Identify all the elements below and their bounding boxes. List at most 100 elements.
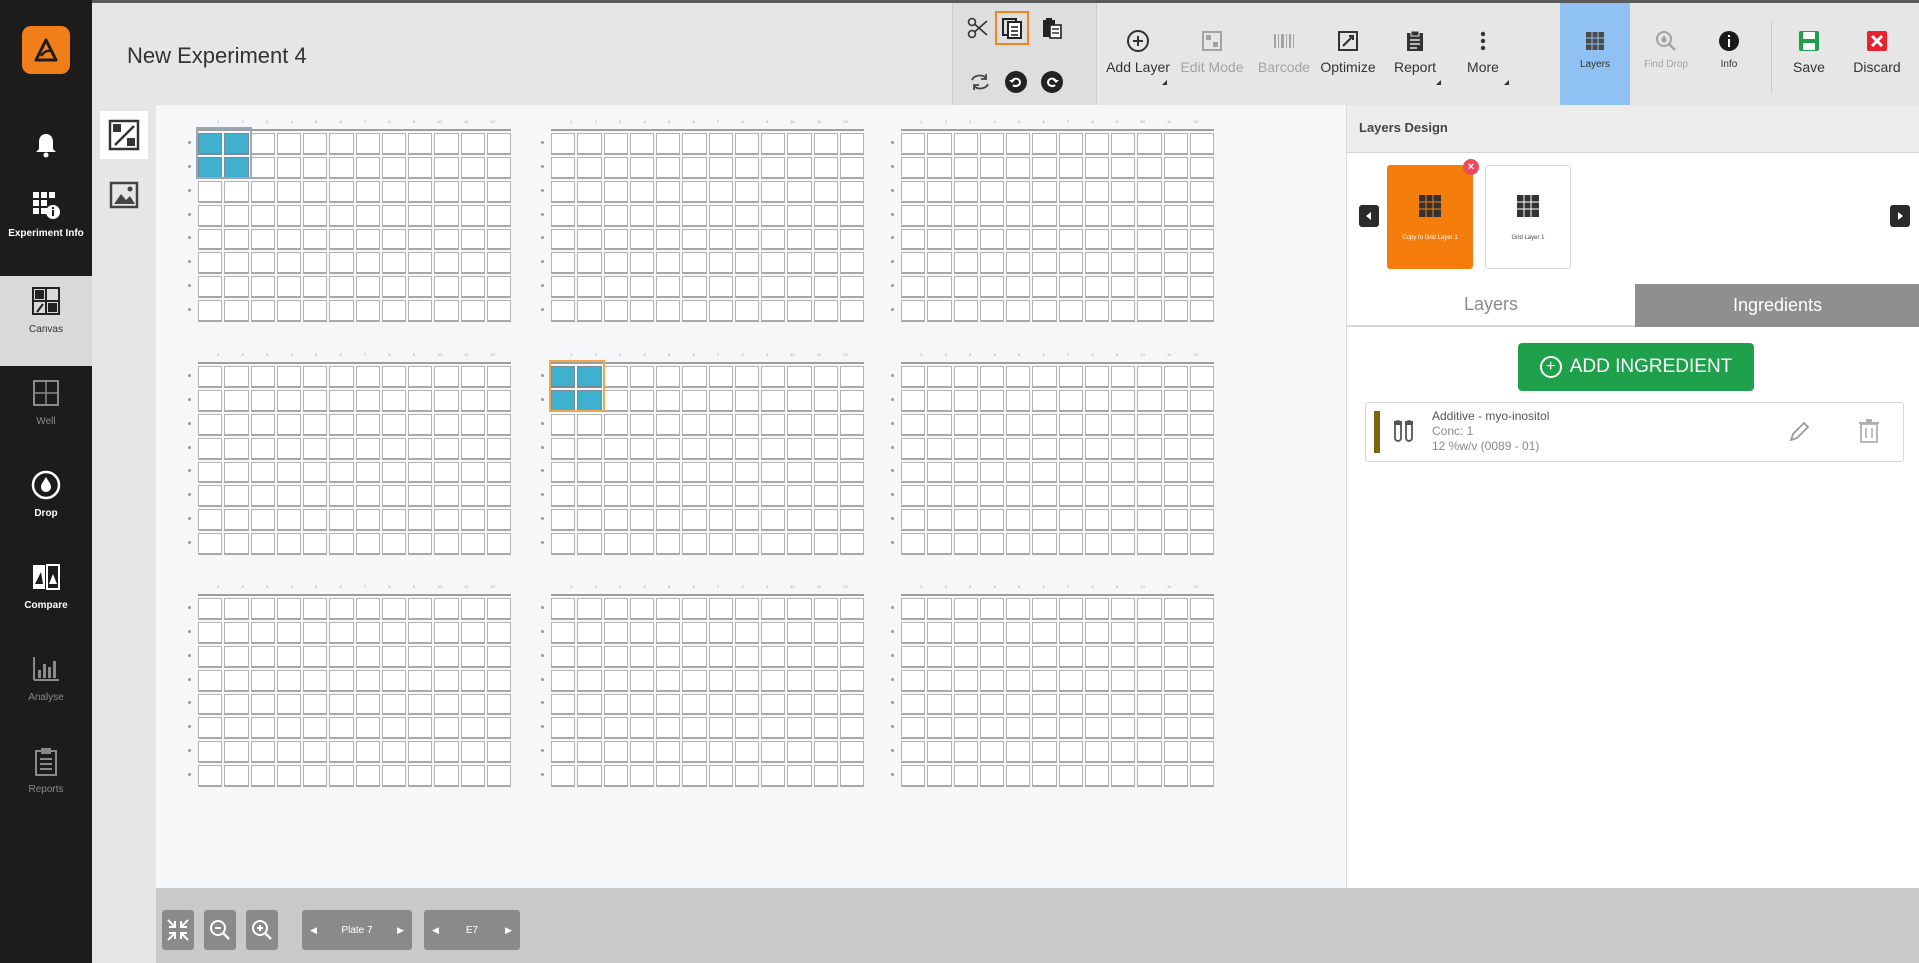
well[interactable]	[839, 300, 864, 322]
well[interactable]	[953, 598, 978, 620]
well[interactable]	[1189, 366, 1214, 388]
well[interactable]	[276, 133, 301, 155]
well[interactable]	[629, 598, 654, 620]
well[interactable]	[953, 645, 978, 668]
well[interactable]	[551, 598, 576, 620]
well[interactable]	[629, 693, 654, 716]
well[interactable]	[551, 765, 576, 787]
well[interactable]	[1163, 669, 1188, 692]
well[interactable]	[276, 645, 301, 668]
well[interactable]	[603, 300, 628, 322]
well[interactable]	[1084, 156, 1109, 179]
well[interactable]	[901, 204, 926, 227]
app-logo[interactable]	[22, 26, 70, 74]
well[interactable]	[629, 252, 654, 275]
well[interactable]	[329, 252, 354, 275]
well[interactable]	[276, 693, 301, 716]
well[interactable]	[1084, 598, 1109, 620]
well[interactable]	[355, 228, 380, 251]
well[interactable]	[1189, 485, 1214, 508]
well[interactable]	[813, 621, 838, 644]
well[interactable]	[1137, 693, 1162, 716]
well[interactable]	[1032, 461, 1057, 484]
well[interactable]	[303, 366, 328, 388]
well[interactable]	[1189, 300, 1214, 322]
well[interactable]	[1058, 366, 1083, 388]
trash-icon[interactable]	[1856, 417, 1882, 445]
well[interactable]	[839, 717, 864, 740]
well[interactable]	[1111, 204, 1136, 227]
well[interactable]	[787, 461, 812, 484]
well[interactable]	[224, 693, 249, 716]
well[interactable]	[787, 485, 812, 508]
well[interactable]	[1032, 485, 1057, 508]
well[interactable]	[551, 645, 576, 668]
well[interactable]	[953, 413, 978, 436]
well[interactable]	[198, 598, 223, 620]
well[interactable]	[276, 717, 301, 740]
well[interactable]	[303, 204, 328, 227]
well[interactable]	[1111, 621, 1136, 644]
well[interactable]	[577, 413, 602, 436]
well[interactable]	[355, 180, 380, 203]
well[interactable]	[708, 598, 733, 620]
well[interactable]	[1006, 669, 1031, 692]
well[interactable]	[460, 533, 485, 555]
well[interactable]	[303, 765, 328, 787]
well[interactable]	[1111, 133, 1136, 155]
well[interactable]	[1032, 509, 1057, 532]
swap-icon[interactable]	[965, 67, 995, 97]
well[interactable]	[1189, 276, 1214, 299]
well[interactable]	[381, 156, 406, 179]
well[interactable]	[1084, 366, 1109, 388]
well[interactable]	[813, 133, 838, 155]
well[interactable]	[355, 621, 380, 644]
well[interactable]	[1032, 693, 1057, 716]
well[interactable]	[629, 204, 654, 227]
well[interactable]	[408, 741, 433, 764]
well[interactable]	[682, 741, 707, 764]
edit-mode-button[interactable]: Edit Mode	[1177, 3, 1247, 105]
well[interactable]	[355, 204, 380, 227]
well[interactable]	[708, 276, 733, 299]
well[interactable]	[813, 645, 838, 668]
well[interactable]	[1006, 765, 1031, 787]
well[interactable]	[1163, 509, 1188, 532]
well[interactable]	[629, 485, 654, 508]
well[interactable]	[408, 156, 433, 179]
well[interactable]	[629, 228, 654, 251]
well[interactable]	[1006, 228, 1031, 251]
well[interactable]	[551, 300, 576, 322]
well[interactable]	[708, 366, 733, 388]
well[interactable]	[813, 252, 838, 275]
well[interactable]	[303, 437, 328, 460]
well[interactable]	[1006, 133, 1031, 155]
well[interactable]	[813, 509, 838, 532]
well[interactable]	[682, 533, 707, 555]
well[interactable]	[629, 133, 654, 155]
well[interactable]	[224, 485, 249, 508]
well[interactable]	[839, 741, 864, 764]
well[interactable]	[408, 485, 433, 508]
well[interactable]	[603, 717, 628, 740]
next-well-icon[interactable]: ▶	[505, 925, 512, 936]
well[interactable]	[198, 717, 223, 740]
well[interactable]	[629, 300, 654, 322]
well[interactable]	[979, 252, 1004, 275]
well[interactable]	[276, 300, 301, 322]
well[interactable]	[1163, 533, 1188, 555]
well[interactable]	[629, 437, 654, 460]
well[interactable]	[224, 741, 249, 764]
well[interactable]	[656, 509, 681, 532]
well[interactable]	[1058, 389, 1083, 412]
well[interactable]	[839, 437, 864, 460]
well[interactable]	[577, 461, 602, 484]
well[interactable]	[250, 461, 275, 484]
well[interactable]	[787, 180, 812, 203]
well[interactable]	[761, 156, 786, 179]
well[interactable]	[979, 228, 1004, 251]
well[interactable]	[224, 389, 249, 412]
well[interactable]	[250, 133, 275, 155]
well[interactable]	[682, 485, 707, 508]
well[interactable]	[629, 621, 654, 644]
